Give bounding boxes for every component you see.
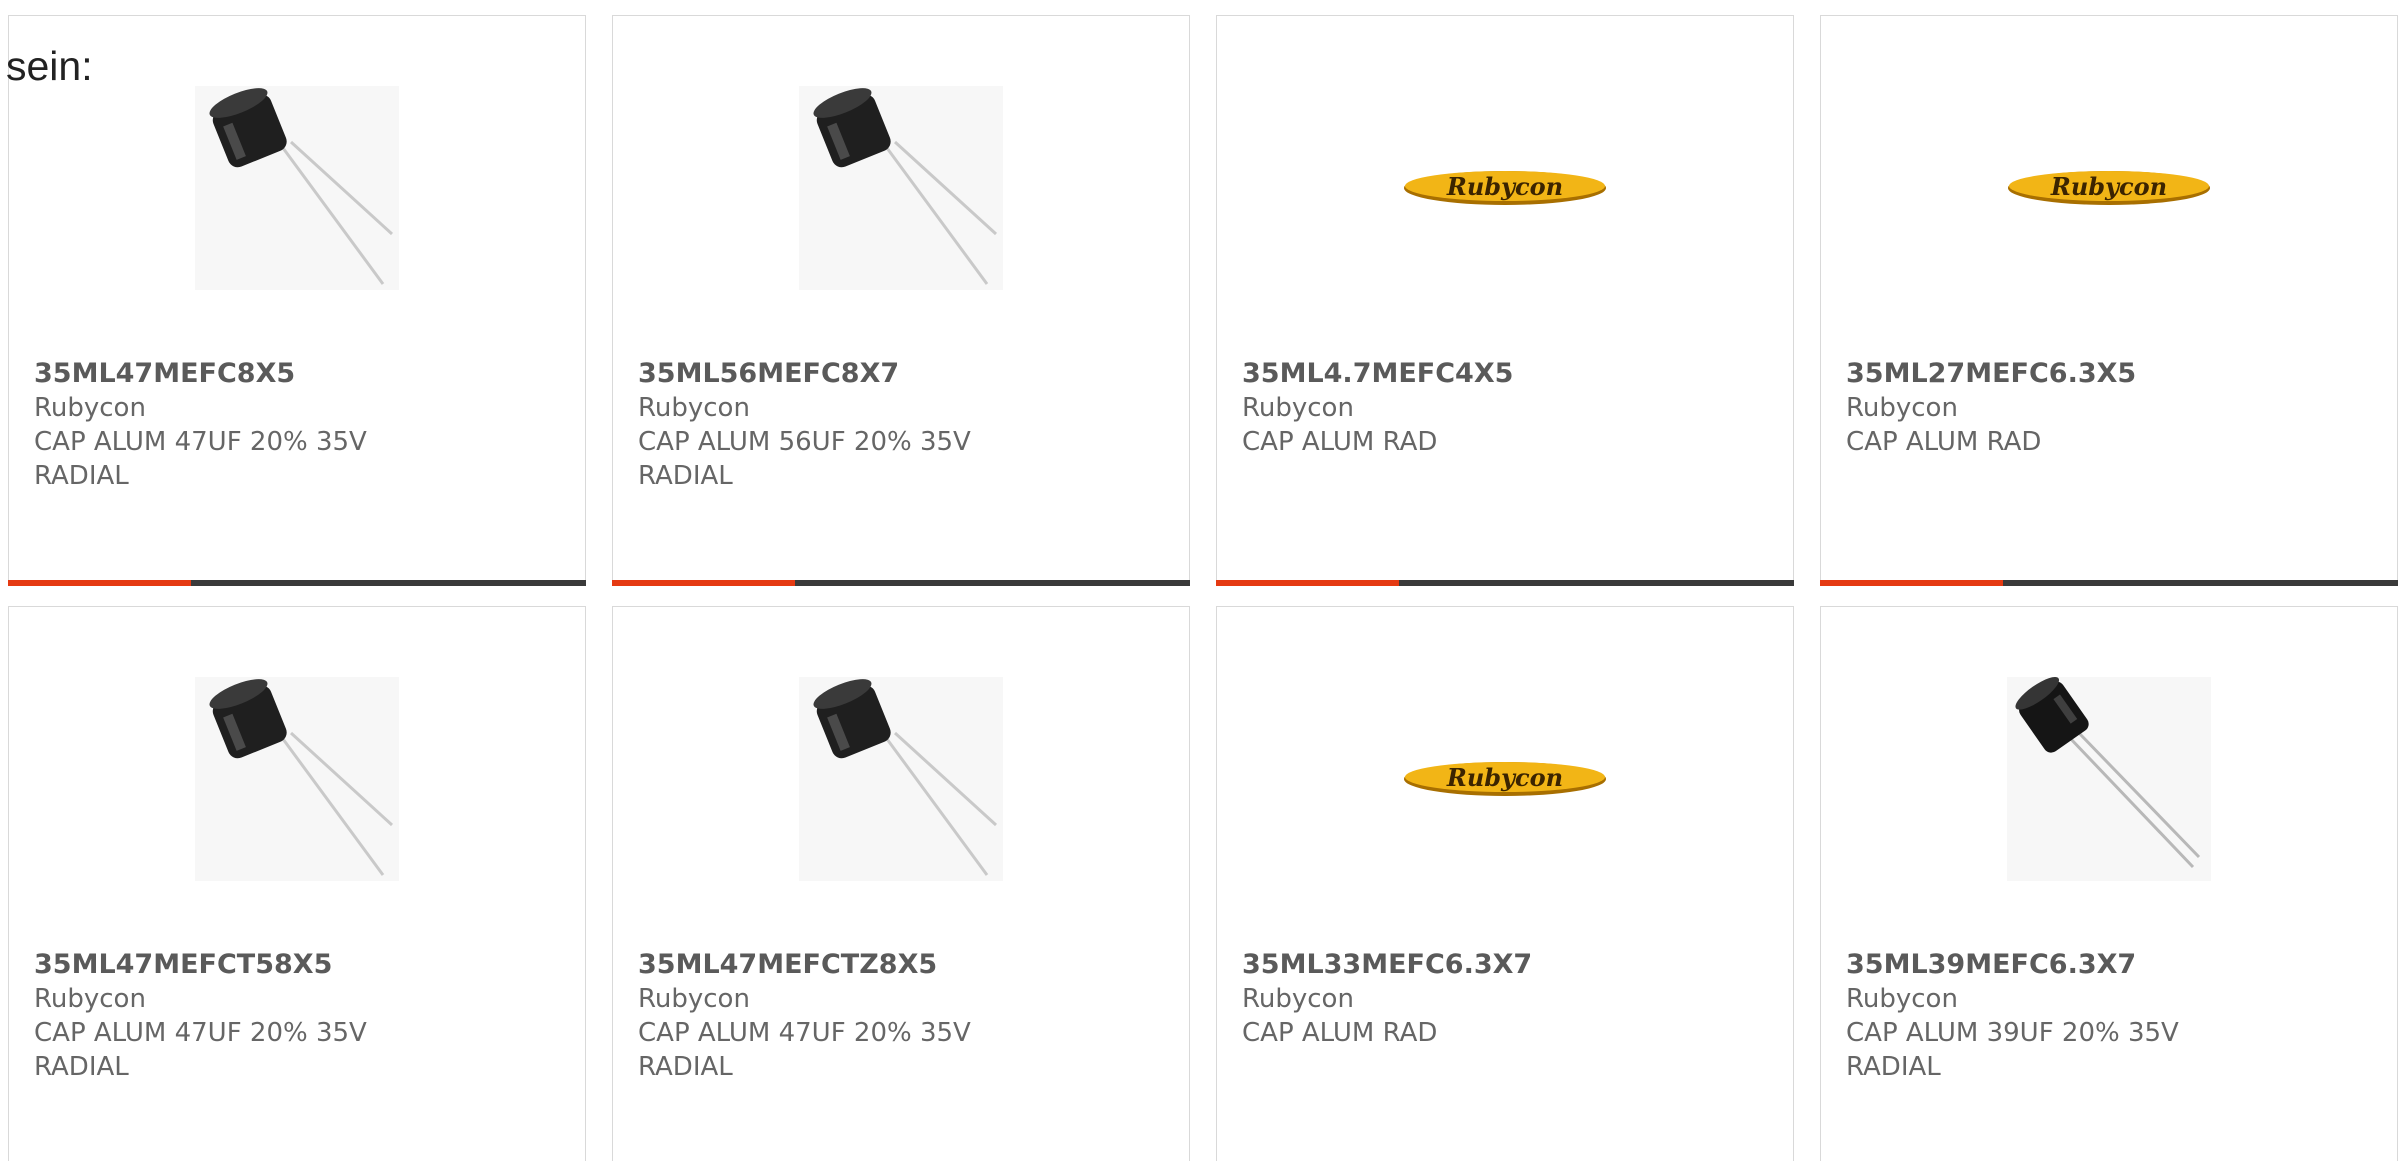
product-info: 35ML56MEFC8X7 Rubycon CAP ALUM 56UF 20% … [638, 357, 1158, 493]
product-image[interactable] [195, 86, 399, 290]
part-number-link[interactable]: 35ML47MEFC8X5 [34, 357, 554, 391]
manufacturer: Rubycon [34, 984, 146, 1014]
rubycon-logo-icon: Rubycon [1404, 171, 1606, 205]
capacitor-photo-slim-icon [2015, 677, 2201, 869]
card-accent-bar [612, 580, 795, 586]
description: CAP ALUM 39UF 20% 35V RADIAL [1846, 1018, 2179, 1082]
product-card[interactable]: 35ML47MEFCTZ8X5 Rubycon CAP ALUM 47UF 20… [612, 606, 1190, 1161]
card-bottom-bar [612, 580, 1190, 586]
product-image[interactable] [799, 86, 1003, 290]
product-info: 35ML47MEFC8X5 Rubycon CAP ALUM 47UF 20% … [34, 357, 554, 493]
part-number-link[interactable]: 35ML56MEFC8X7 [638, 357, 1158, 391]
product-card[interactable]: 35ML47MEFC8X5 Rubycon CAP ALUM 47UF 20% … [8, 15, 586, 586]
logo-text: Rubycon [2050, 172, 2167, 201]
manufacturer: Rubycon [638, 984, 750, 1014]
product-info: 35ML39MEFC6.3X7 Rubycon CAP ALUM 39UF 20… [1846, 948, 2366, 1084]
capacitor-photo-icon [813, 679, 998, 876]
product-info: 35ML33MEFC6.3X7 Rubycon CAP ALUM RAD [1242, 948, 1762, 1050]
part-number-link[interactable]: 35ML33MEFC6.3X7 [1242, 948, 1762, 982]
product-listing-page: sein: 35ML47MEFC8X5 Rubycon CAP ALUM 47U… [0, 0, 2400, 1161]
logo-text: Rubycon [1446, 763, 1563, 792]
capacitor-photo-icon [209, 679, 394, 876]
product-info: 35ML4.7MEFC4X5 Rubycon CAP ALUM RAD [1242, 357, 1762, 459]
card-accent-bar [8, 580, 191, 586]
card-bottom-bar [1820, 580, 2398, 586]
capacitor-photo-icon [209, 88, 394, 285]
product-card[interactable]: Rubycon 35ML27MEFC6.3X5 Rubycon CAP ALUM… [1820, 15, 2398, 586]
product-card[interactable]: 35ML56MEFC8X7 Rubycon CAP ALUM 56UF 20% … [612, 15, 1190, 586]
product-info: 35ML27MEFC6.3X5 Rubycon CAP ALUM RAD [1846, 357, 2366, 459]
logo-text: Rubycon [1446, 172, 1563, 201]
description: CAP ALUM RAD [1242, 1018, 1438, 1048]
lead-text: sein: [6, 43, 93, 89]
product-image[interactable] [195, 677, 399, 881]
part-number-link[interactable]: 35ML27MEFC6.3X5 [1846, 357, 2366, 391]
product-grid: 35ML47MEFC8X5 Rubycon CAP ALUM 47UF 20% … [8, 15, 2400, 1161]
product-image[interactable] [799, 677, 1003, 881]
description: CAP ALUM RAD [1242, 427, 1438, 457]
product-info: 35ML47MEFCTZ8X5 Rubycon CAP ALUM 47UF 20… [638, 948, 1158, 1084]
description: CAP ALUM RAD [1846, 427, 2042, 457]
product-image[interactable]: Rubycon [1403, 677, 1607, 881]
manufacturer: Rubycon [34, 393, 146, 423]
rubycon-logo-icon: Rubycon [2008, 171, 2210, 205]
part-number-link[interactable]: 35ML47MEFCT58X5 [34, 948, 554, 982]
manufacturer: Rubycon [638, 393, 750, 423]
card-accent-bar [1820, 580, 2003, 586]
description: CAP ALUM 56UF 20% 35V RADIAL [638, 427, 971, 491]
capacitor-photo-icon [813, 88, 998, 285]
manufacturer: Rubycon [1242, 393, 1354, 423]
card-bottom-bar [8, 580, 586, 586]
product-card[interactable]: 35ML39MEFC6.3X7 Rubycon CAP ALUM 39UF 20… [1820, 606, 2398, 1161]
manufacturer: Rubycon [1242, 984, 1354, 1014]
manufacturer: Rubycon [1846, 984, 1958, 1014]
product-card[interactable]: 35ML47MEFCT58X5 Rubycon CAP ALUM 47UF 20… [8, 606, 586, 1161]
description: CAP ALUM 47UF 20% 35V RADIAL [34, 1018, 367, 1082]
product-card[interactable]: Rubycon 35ML33MEFC6.3X7 Rubycon CAP ALUM… [1216, 606, 1794, 1161]
product-image[interactable] [2007, 677, 2211, 881]
rubycon-logo-icon: Rubycon [1404, 762, 1606, 796]
description: CAP ALUM 47UF 20% 35V RADIAL [34, 427, 367, 491]
product-card[interactable]: Rubycon 35ML4.7MEFC4X5 Rubycon CAP ALUM … [1216, 15, 1794, 586]
product-image[interactable]: Rubycon [1403, 86, 1607, 290]
part-number-link[interactable]: 35ML39MEFC6.3X7 [1846, 948, 2366, 982]
description: CAP ALUM 47UF 20% 35V RADIAL [638, 1018, 971, 1082]
part-number-link[interactable]: 35ML47MEFCTZ8X5 [638, 948, 1158, 982]
product-info: 35ML47MEFCT58X5 Rubycon CAP ALUM 47UF 20… [34, 948, 554, 1084]
manufacturer: Rubycon [1846, 393, 1958, 423]
part-number-link[interactable]: 35ML4.7MEFC4X5 [1242, 357, 1762, 391]
card-accent-bar [1216, 580, 1399, 586]
product-image[interactable]: Rubycon [2007, 86, 2211, 290]
card-bottom-bar [1216, 580, 1794, 586]
